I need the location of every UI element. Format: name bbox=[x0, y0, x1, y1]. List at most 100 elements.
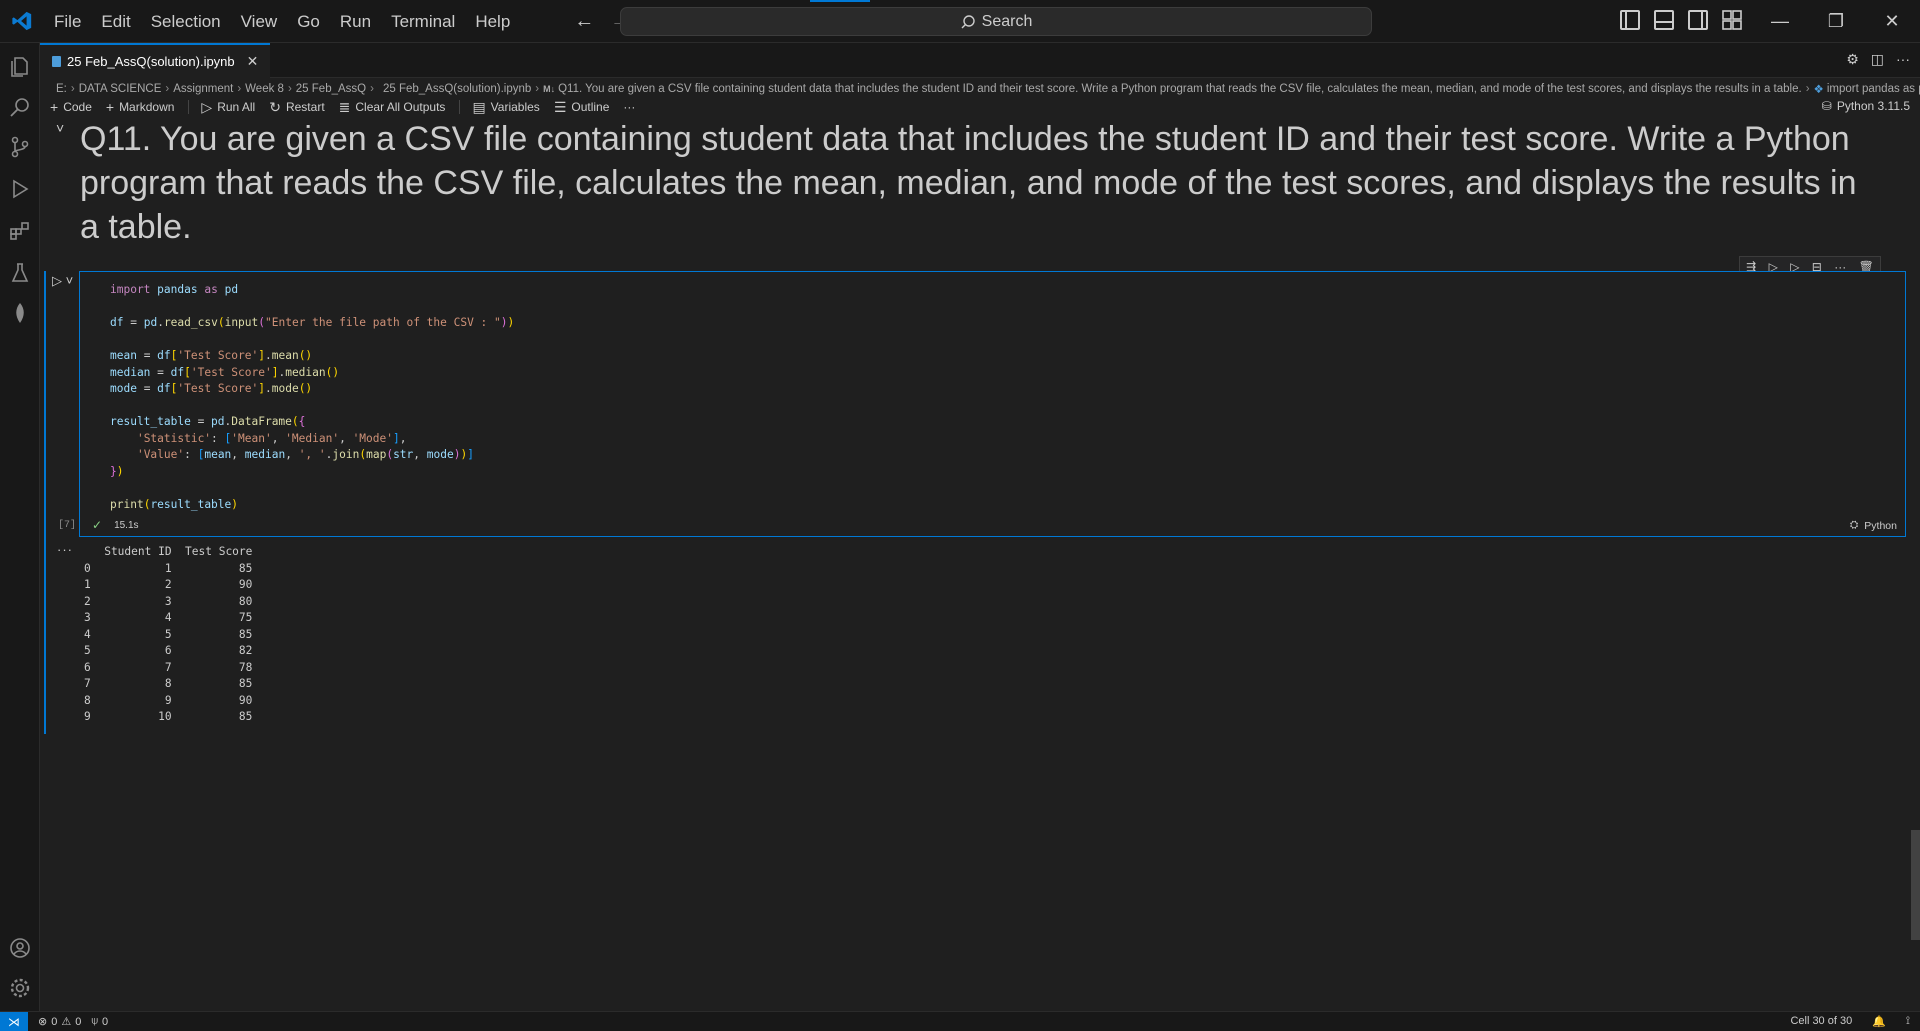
test-score-cell: 80 bbox=[171, 594, 253, 608]
cell-execution-status: ✓ 15.1s bbox=[92, 518, 139, 532]
notebook-settings-gear-icon[interactable]: ⚙ bbox=[1846, 51, 1859, 68]
breadcrumb-item[interactable]: Assignment bbox=[173, 83, 233, 95]
command-center-search[interactable]: Search bbox=[620, 7, 1372, 36]
split-editor-icon[interactable]: ◫ bbox=[1871, 51, 1884, 68]
close-icon[interactable]: ✕ bbox=[247, 53, 259, 70]
menu-edit[interactable]: Edit bbox=[91, 0, 140, 43]
error-count: 0 bbox=[51, 1015, 58, 1028]
menu-terminal[interactable]: Terminal bbox=[381, 0, 465, 43]
breadcrumb-item[interactable]: 25 Feb_AssQ(solution).ipynb bbox=[383, 83, 531, 95]
tab-notebook[interactable]: 25 Feb_AssQ(solution).ipynb ✕ bbox=[40, 43, 271, 78]
execution-count: [7] bbox=[58, 520, 77, 531]
explorer-icon[interactable] bbox=[8, 55, 32, 79]
output-row: 0 1 85 bbox=[84, 561, 252, 578]
test-score-cell: 85 bbox=[171, 561, 253, 575]
row-index: 2 bbox=[84, 594, 91, 608]
menu-go[interactable]: Go bbox=[287, 0, 330, 43]
breadcrumb-item[interactable]: E: bbox=[56, 83, 67, 95]
testing-icon[interactable] bbox=[8, 261, 32, 285]
more-actions-icon[interactable]: ··· bbox=[1896, 51, 1910, 68]
menu-file[interactable]: File bbox=[44, 0, 91, 43]
clear-outputs-button[interactable]: ≣ Clear All Outputs bbox=[339, 99, 446, 116]
toolbar-more-button[interactable]: ··· bbox=[623, 100, 635, 114]
chevron-right-icon: › bbox=[237, 83, 242, 95]
restart-button[interactable]: ↻ Restart bbox=[269, 99, 324, 116]
database-leaf-icon[interactable] bbox=[8, 301, 32, 325]
python-cell-icon: ❖ bbox=[1813, 84, 1824, 96]
search-sidebar-icon[interactable] bbox=[8, 95, 32, 119]
student-id-cell: 8 bbox=[90, 677, 172, 690]
kernel-picker[interactable]: ⛁ Python 3.11.5 bbox=[1822, 99, 1910, 113]
toggle-primary-sidebar-icon[interactable] bbox=[1620, 10, 1640, 30]
chevron-right-icon: › bbox=[165, 83, 170, 95]
cell-position[interactable]: Cell 30 of 30 bbox=[1790, 1015, 1852, 1028]
student-id-cell: 7 bbox=[90, 660, 172, 674]
problems-indicator[interactable]: ⊗ 0 ⚠ 0 bbox=[38, 1015, 81, 1029]
broadcast-icon[interactable]: ⟟ bbox=[1906, 1015, 1910, 1028]
collapse-chevron-icon[interactable]: ˅ bbox=[56, 120, 64, 136]
variables-icon: ▤ bbox=[472, 98, 486, 115]
cell-output: Student ID Test Score 0 1 85 1 2 90 2 3 80 3… bbox=[84, 544, 252, 726]
notifications-bell-icon[interactable]: 🔔 bbox=[1872, 1015, 1886, 1028]
restore-icon[interactable]: ❐ bbox=[1808, 0, 1864, 43]
row-index: 3 bbox=[84, 611, 91, 624]
minimize-icon[interactable]: — bbox=[1752, 0, 1808, 43]
status-right: Cell 30 of 30 🔔 ⟟ bbox=[1790, 1015, 1910, 1028]
run-cell-icon[interactable]: ▷ ˅ bbox=[52, 273, 73, 289]
student-id-cell: 9 bbox=[90, 693, 172, 707]
code-cell[interactable]: import pandas as pd df = pd.read_csv(inp… bbox=[79, 271, 1906, 537]
code-editor[interactable]: import pandas as pd df = pd.read_csv(inp… bbox=[110, 282, 514, 513]
language-icon: ⛭ bbox=[1849, 519, 1859, 531]
accounts-icon[interactable] bbox=[8, 936, 32, 960]
test-score-cell: 82 bbox=[171, 644, 253, 657]
breadcrumb-item[interactable]: DATA SCIENCE bbox=[79, 83, 162, 95]
breadcrumb-item[interactable]: Q11. You are given a CSV file containing… bbox=[558, 83, 1802, 95]
outline-button[interactable]: ☰ Outline bbox=[554, 99, 610, 116]
chevron-right-icon: › bbox=[535, 83, 540, 95]
row-index: 6 bbox=[84, 660, 91, 674]
menu-help[interactable]: Help bbox=[465, 0, 520, 43]
settings-gear-icon[interactable] bbox=[8, 976, 32, 1000]
variables-button[interactable]: ▤ Variables bbox=[472, 99, 539, 116]
output-row: 3 4 75 bbox=[84, 610, 252, 627]
add-code-cell-button[interactable]: + Code bbox=[50, 99, 92, 115]
row-index: 9 bbox=[84, 710, 91, 723]
extensions-icon[interactable] bbox=[8, 219, 32, 243]
student-id-cell: 4 bbox=[90, 611, 172, 624]
variables-label: Variables bbox=[490, 100, 540, 114]
output-more-icon[interactable]: ··· bbox=[57, 542, 73, 557]
close-window-icon[interactable]: ✕ bbox=[1864, 0, 1920, 43]
toggle-panel-icon[interactable] bbox=[1654, 10, 1674, 30]
remote-indicator-icon[interactable]: ⋊ bbox=[0, 1011, 28, 1031]
menu-view[interactable]: View bbox=[231, 0, 288, 43]
source-control-icon[interactable] bbox=[8, 135, 32, 159]
plus-icon: + bbox=[105, 99, 115, 115]
markdown-cell[interactable]: Q11. You are given a CSV file containing… bbox=[80, 117, 1880, 249]
output-header: Student ID Test Score bbox=[84, 545, 253, 558]
test-score-cell: 90 bbox=[171, 693, 253, 707]
run-debug-icon[interactable] bbox=[8, 177, 32, 201]
breadcrumb-item[interactable]: Week 8 bbox=[245, 83, 284, 95]
scrollbar-thumb[interactable] bbox=[1911, 830, 1920, 940]
breadcrumb-item[interactable]: 25 Feb_AssQ bbox=[296, 83, 366, 95]
menu-selection[interactable]: Selection bbox=[141, 0, 231, 43]
chevron-right-icon: › bbox=[287, 83, 292, 95]
output-row: 7 8 85 bbox=[84, 676, 252, 693]
toolbar-divider bbox=[459, 100, 461, 114]
student-id-cell: 1 bbox=[90, 561, 172, 575]
error-icon: ⊗ bbox=[38, 1016, 48, 1028]
breadcrumb-item[interactable]: import pandas as pd bbox=[1827, 83, 1920, 95]
toggle-secondary-sidebar-icon[interactable] bbox=[1688, 10, 1708, 30]
test-score-cell: 85 bbox=[171, 710, 253, 723]
markdown-icon: M↓ bbox=[543, 84, 556, 94]
add-markdown-cell-button[interactable]: + Markdown bbox=[106, 99, 175, 115]
customize-layout-icon[interactable] bbox=[1722, 10, 1742, 30]
ports-indicator[interactable]: ⍦ 0 bbox=[91, 1015, 108, 1028]
run-all-button[interactable]: ▷ Run All bbox=[201, 99, 255, 116]
cell-language-picker[interactable]: ⛭ Python bbox=[1850, 519, 1897, 532]
menu-run[interactable]: Run bbox=[330, 0, 381, 43]
back-arrow-icon[interactable]: ← bbox=[574, 10, 594, 33]
status-bar: ⋊ ⊗ 0 ⚠ 0 ⍦ 0 Cell 30 of 30 🔔 ⟟ bbox=[0, 1011, 1920, 1031]
editor-actions: ⚙ ◫ ··· bbox=[1846, 51, 1910, 68]
execution-duration: 15.1s bbox=[114, 519, 139, 531]
